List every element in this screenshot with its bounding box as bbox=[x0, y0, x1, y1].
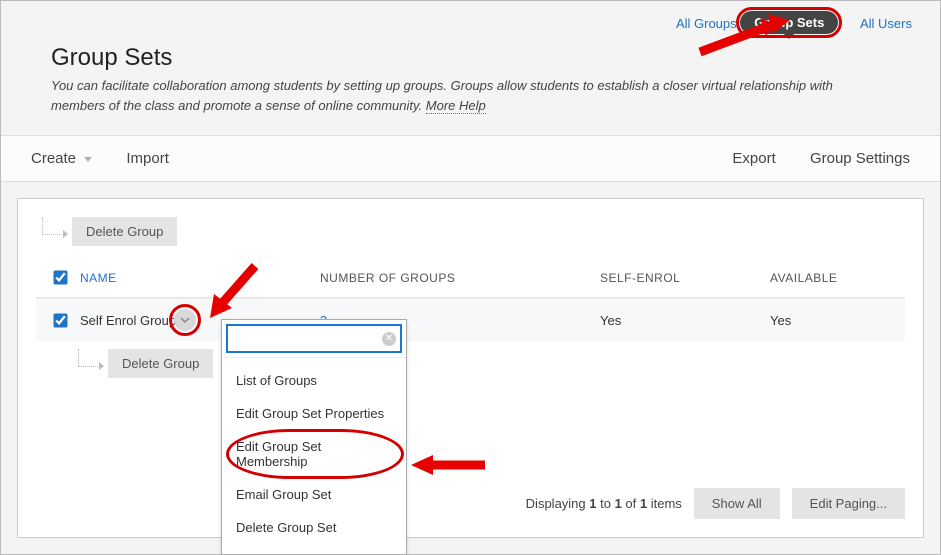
pagination-summary: Displaying 1 to 1 of 1 items bbox=[526, 496, 682, 511]
select-all-checkbox[interactable] bbox=[53, 270, 67, 284]
column-header-name[interactable]: NAME bbox=[80, 271, 320, 285]
menu-search-input[interactable] bbox=[226, 324, 402, 353]
menu-item-delete-group-set[interactable]: Delete Group Set bbox=[222, 511, 406, 544]
row-checkbox[interactable] bbox=[53, 313, 67, 327]
page-title: Group Sets bbox=[51, 44, 890, 72]
row-context-menu: ✕ List of Groups Edit Group Set Properti… bbox=[221, 319, 407, 555]
tab-group-sets[interactable]: Group Sets bbox=[740, 11, 838, 34]
import-button[interactable]: Import bbox=[126, 150, 169, 167]
menu-item-label: Edit Group Set Membership bbox=[236, 439, 321, 469]
clear-icon[interactable]: ✕ bbox=[382, 332, 396, 346]
menu-item-email-group-set[interactable]: Email Group Set bbox=[222, 478, 406, 511]
more-help-link[interactable]: More Help bbox=[426, 98, 486, 114]
row-self-enrol: Yes bbox=[600, 313, 770, 328]
menu-item-list-of-groups[interactable]: List of Groups bbox=[222, 364, 406, 397]
column-header-self-enrol[interactable]: SELF-ENROL bbox=[600, 271, 770, 285]
chevron-down-icon bbox=[84, 157, 92, 162]
edit-paging-button[interactable]: Edit Paging... bbox=[792, 488, 905, 519]
group-settings-button[interactable]: Group Settings bbox=[810, 150, 910, 167]
delete-group-button-top[interactable]: Delete Group bbox=[72, 217, 177, 246]
show-all-button[interactable]: Show All bbox=[694, 488, 780, 519]
row-available: Yes bbox=[770, 313, 901, 328]
menu-item-edit-membership[interactable]: Edit Group Set Membership bbox=[222, 430, 406, 478]
menu-item-edit-properties[interactable]: Edit Group Set Properties bbox=[222, 397, 406, 430]
page-description: You can facilitate collaboration among s… bbox=[51, 76, 890, 115]
export-button[interactable]: Export bbox=[732, 150, 775, 167]
tab-group-sets-label: Group Sets bbox=[754, 15, 824, 30]
tree-connector-icon bbox=[42, 217, 64, 235]
pagination-bar: Displaying 1 to 1 of 1 items Show All Ed… bbox=[526, 488, 905, 519]
create-menu[interactable]: Create bbox=[31, 150, 96, 167]
table-row: Self Enrol Group 3 Yes Yes bbox=[36, 298, 905, 341]
tree-connector-icon bbox=[78, 349, 100, 367]
groups-panel: Delete Group NAME NUMBER OF GROUPS SELF-… bbox=[17, 198, 924, 538]
row-context-menu-button[interactable] bbox=[174, 309, 196, 331]
delete-group-button-bottom[interactable]: Delete Group bbox=[108, 349, 213, 378]
chevron-down-icon bbox=[784, 34, 794, 39]
tab-all-groups[interactable]: All Groups bbox=[676, 16, 737, 31]
create-label: Create bbox=[31, 150, 76, 167]
tab-all-users[interactable]: All Users bbox=[860, 16, 912, 31]
column-header-number[interactable]: NUMBER OF GROUPS bbox=[320, 271, 600, 285]
row-name: Self Enrol Group bbox=[80, 313, 176, 328]
column-header-available[interactable]: AVAILABLE bbox=[770, 271, 901, 285]
chevron-down-icon bbox=[180, 315, 190, 325]
